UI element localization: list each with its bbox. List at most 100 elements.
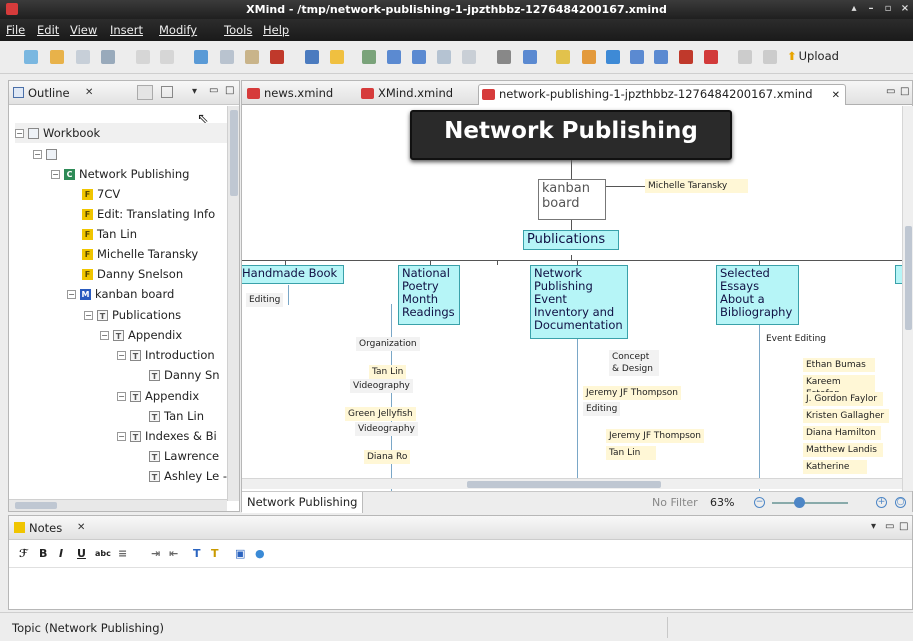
ethan-bumas-label[interactable]: Ethan Bumas: [803, 358, 875, 372]
truncated-topic[interactable]: [895, 265, 902, 284]
katherine-label[interactable]: Katherine: [803, 460, 867, 474]
subtopic-icon[interactable]: [362, 50, 376, 64]
tree-item-tan-lin-2[interactable]: T Tan Lin: [149, 406, 204, 426]
insert-image-icon[interactable]: ▣: [235, 547, 245, 560]
mindmap-canvas[interactable]: Network Publishing kanban board Michelle…: [242, 106, 902, 491]
structure-icon[interactable]: [654, 50, 668, 64]
videography-label[interactable]: Videography: [350, 379, 413, 393]
presentation-icon[interactable]: [704, 50, 718, 64]
tree-item-appendix[interactable]: − T Appendix: [100, 325, 182, 345]
zoom-in-button[interactable]: +: [876, 497, 887, 508]
editing-label-2[interactable]: Editing: [583, 402, 621, 416]
label-icon[interactable]: [630, 50, 644, 64]
tree-item-introduction[interactable]: − T Introduction: [117, 345, 215, 365]
zoom-slider-knob[interactable]: [794, 497, 805, 508]
tan-lin-label[interactable]: Tan Lin: [369, 365, 407, 379]
maximize-view-icon[interactable]: □: [225, 85, 234, 96]
tree-item-sheet[interactable]: −: [33, 144, 61, 164]
maximize-view-icon[interactable]: □: [900, 86, 909, 97]
tree-item-indexes[interactable]: − T Indexes & Bi: [117, 426, 217, 446]
kristen-gallagher-label[interactable]: Kristen Gallagher: [803, 409, 889, 423]
attachment-icon[interactable]: [606, 50, 620, 64]
minimize-view-icon[interactable]: ▭: [209, 85, 218, 96]
root-topic[interactable]: Network Publishing: [410, 110, 732, 160]
filter-status[interactable]: No Filter: [652, 496, 698, 509]
outline-vertical-scrollbar[interactable]: [227, 106, 239, 501]
zoom-slider[interactable]: [772, 502, 848, 504]
tree-item-7cv[interactable]: F 7CV: [82, 184, 120, 204]
relationship-icon[interactable]: [387, 50, 401, 64]
upload-button[interactable]: ⬆ Upload: [787, 49, 839, 63]
expand-toggle[interactable]: −: [33, 150, 42, 159]
tree-item-michelle-taransky[interactable]: F Michelle Taransky: [82, 244, 198, 264]
videography-label-2[interactable]: Videography: [355, 422, 418, 436]
tree-item-danny-snelson[interactable]: F Danny Snelson: [82, 264, 183, 284]
text-color-icon[interactable]: T: [193, 547, 201, 560]
note-icon[interactable]: [582, 50, 596, 64]
editing-label[interactable]: Editing: [246, 293, 284, 307]
tree-item-appendix-2[interactable]: − T Appendix: [117, 386, 199, 406]
scroll-thumb[interactable]: [467, 481, 661, 488]
drill-down-icon[interactable]: [679, 50, 693, 64]
handmade-book-topic[interactable]: Handmade Book: [242, 265, 344, 284]
diana-ro-label[interactable]: Diana Ro: [364, 450, 411, 464]
tab-news[interactable]: news.xmind: [244, 84, 352, 105]
callout-icon[interactable]: [462, 50, 476, 64]
expand-toggle[interactable]: −: [15, 129, 24, 138]
tree-item-danny-sn[interactable]: T Danny Sn: [149, 365, 220, 385]
close-tab-icon[interactable]: ✕: [85, 87, 93, 98]
image-icon[interactable]: [523, 50, 537, 64]
open-icon[interactable]: [50, 50, 64, 64]
close-tab-icon[interactable]: ✕: [77, 522, 85, 533]
outdent-icon[interactable]: ⇤: [169, 547, 178, 560]
expand-toggle[interactable]: −: [51, 170, 60, 179]
tree-item-kanban-board[interactable]: − Mkanban board: [67, 284, 174, 304]
tree-item-tan-lin[interactable]: F Tan Lin: [82, 224, 137, 244]
redo-icon[interactable]: [160, 50, 174, 64]
scroll-thumb[interactable]: [905, 226, 912, 330]
sheet-tab-network-publishing[interactable]: Network Publishing: [242, 492, 364, 513]
hyperlink-icon[interactable]: ●: [255, 547, 265, 560]
zoom-out-button[interactable]: −: [754, 497, 765, 508]
tree-item-publications[interactable]: − T Publications: [84, 305, 181, 325]
bold-icon[interactable]: B: [39, 547, 47, 560]
tab-network-publishing[interactable]: network-publishing-1-jpzthbbz-1276484200…: [478, 84, 846, 105]
menu-view[interactable]: View: [70, 23, 97, 37]
expand-toggle[interactable]: −: [117, 392, 126, 401]
expand-toggle[interactable]: −: [117, 432, 126, 441]
collapse-all-icon[interactable]: [137, 85, 153, 100]
link-editor-icon[interactable]: [161, 86, 173, 98]
maximize-button[interactable]: ▫: [880, 2, 896, 16]
kanban-board-topic[interactable]: kanban board: [538, 179, 606, 220]
close-tab-icon[interactable]: ✕: [832, 86, 840, 105]
tree-item-workbook[interactable]: − Workbook: [15, 123, 227, 143]
jeremy-thompson-label[interactable]: Jeremy JF Thompson: [583, 386, 681, 400]
summary-icon[interactable]: [437, 50, 451, 64]
canvas-vertical-scrollbar[interactable]: [902, 106, 913, 491]
diana-hamilton-label[interactable]: Diana Hamilton: [803, 426, 881, 440]
close-window-button[interactable]: ×: [897, 2, 913, 16]
strikethrough-icon[interactable]: abc: [95, 549, 111, 558]
back-icon[interactable]: [763, 50, 777, 64]
scroll-thumb[interactable]: [230, 110, 238, 196]
undo-icon[interactable]: [136, 50, 150, 64]
expand-toggle[interactable]: −: [67, 290, 76, 299]
hyperlink-icon[interactable]: [497, 50, 511, 64]
print-icon[interactable]: [101, 50, 115, 64]
italic-icon[interactable]: I: [59, 547, 63, 560]
maximize-view-icon[interactable]: □: [899, 521, 908, 532]
tan-lin-label-2[interactable]: Tan Lin: [606, 446, 656, 460]
menu-help[interactable]: Help: [263, 23, 289, 37]
cut-icon[interactable]: [194, 50, 208, 64]
underline-icon[interactable]: U: [77, 547, 86, 560]
gordon-faylor-label[interactable]: J. Gordon Faylor: [803, 392, 883, 406]
network-publishing-event-topic[interactable]: Network Publishing Event Inventory and D…: [530, 265, 628, 339]
view-menu-icon[interactable]: ▾: [192, 86, 197, 97]
menu-insert[interactable]: Insert: [110, 23, 143, 37]
publications-topic[interactable]: Publications: [523, 230, 619, 250]
tab-xmind[interactable]: XMind.xmind: [358, 84, 474, 105]
copy-icon[interactable]: [220, 50, 234, 64]
minimize-view-icon[interactable]: ▭: [885, 521, 894, 532]
minimize-view-icon[interactable]: ▭: [886, 86, 895, 97]
expand-toggle[interactable]: −: [117, 351, 126, 360]
